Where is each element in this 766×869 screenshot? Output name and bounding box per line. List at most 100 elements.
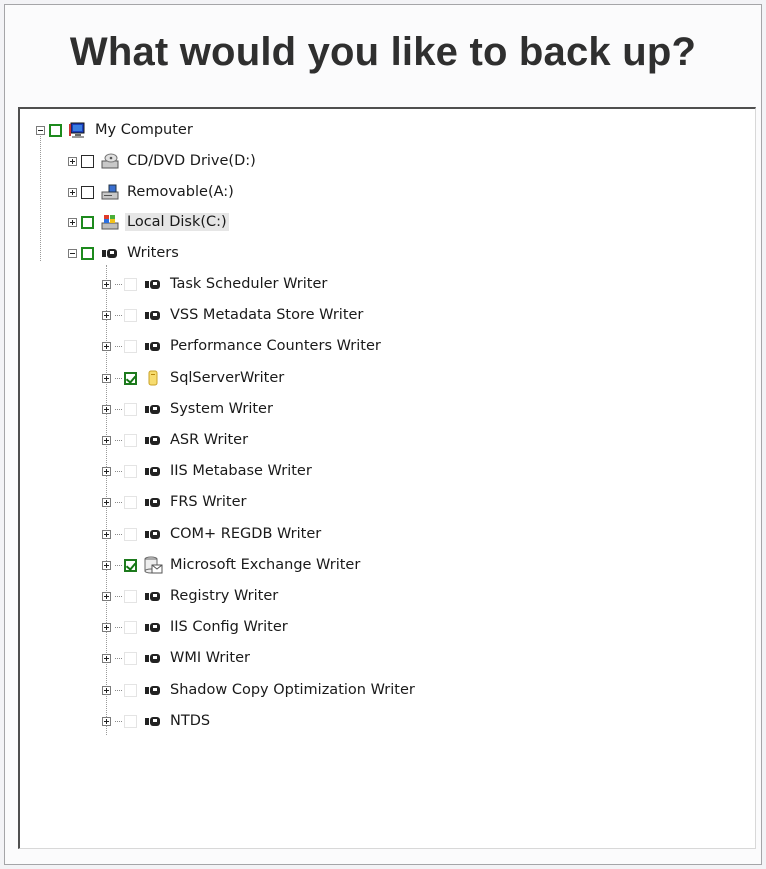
tree-node-label: Shadow Copy Optimization Writer [170, 682, 415, 698]
tree-connector [115, 283, 122, 285]
tree-node-label: IIS Metabase Writer [170, 463, 312, 479]
checkbox[interactable] [124, 527, 137, 541]
tree-node-writer[interactable]: Performance Counters Writer [102, 334, 383, 358]
tree-connector [115, 470, 122, 472]
checkbox[interactable] [81, 246, 94, 260]
tree-node-label: Registry Writer [170, 588, 279, 604]
tree-connector [115, 720, 122, 722]
checkbox[interactable] [124, 620, 137, 634]
checkbox[interactable] [81, 185, 94, 199]
expand-toggle[interactable] [102, 653, 111, 663]
writer-icon [143, 525, 163, 543]
tree-node-label: Microsoft Exchange Writer [170, 557, 361, 573]
checkbox[interactable] [124, 651, 137, 665]
expand-toggle[interactable] [102, 373, 111, 383]
writer-icon [143, 712, 163, 730]
tree-node-label: CD/DVD Drive(D:) [127, 153, 256, 169]
expand-toggle[interactable] [102, 716, 111, 726]
expand-toggle[interactable] [102, 466, 111, 476]
expand-toggle[interactable] [68, 156, 77, 166]
tree-connector [115, 595, 122, 597]
tree-node-label: COM+ REGDB Writer [170, 526, 322, 542]
tree-node-my-computer[interactable]: My Computer [36, 118, 195, 142]
expand-toggle[interactable] [102, 591, 111, 601]
tree-node-writer[interactable]: Microsoft Exchange Writer [102, 553, 362, 577]
expand-toggle[interactable] [102, 279, 111, 289]
tree-node-writer[interactable]: IIS Config Writer [102, 615, 290, 639]
writer-icon [143, 431, 163, 449]
expand-toggle[interactable] [68, 217, 77, 227]
tree-node-local-disk[interactable]: Local Disk(C:) [68, 210, 229, 234]
writer-icon [143, 275, 163, 293]
writer-icon [143, 306, 163, 324]
expand-toggle[interactable] [102, 435, 111, 445]
expand-toggle[interactable] [102, 560, 111, 570]
tree-node-writer[interactable]: FRS Writer [102, 490, 248, 514]
tree-node-writer[interactable]: Registry Writer [102, 584, 280, 608]
writer-icon [143, 618, 163, 636]
expand-toggle[interactable] [102, 310, 111, 320]
checkbox[interactable] [124, 308, 137, 322]
tree-node-label: System Writer [170, 401, 273, 417]
cd-drive-icon [100, 152, 120, 170]
collapse-toggle[interactable] [68, 248, 77, 258]
expand-toggle[interactable] [102, 529, 111, 539]
tree-node-writer[interactable]: SqlServerWriter [102, 366, 286, 390]
expand-toggle[interactable] [102, 622, 111, 632]
writer-icon [143, 462, 163, 480]
checkbox[interactable] [124, 495, 137, 509]
tree-node-label: NTDS [170, 713, 211, 729]
tree-node-label: Removable(A:) [127, 184, 234, 200]
tree-node-writer[interactable]: Task Scheduler Writer [102, 272, 329, 296]
collapse-toggle[interactable] [36, 125, 45, 135]
tree-node-label: WMI Writer [170, 650, 250, 666]
expand-toggle[interactable] [68, 187, 77, 197]
tree-connector [115, 689, 122, 691]
expand-toggle[interactable] [102, 341, 111, 351]
tree-node-label: Performance Counters Writer [170, 338, 381, 354]
writer-icon [143, 400, 163, 418]
checkbox[interactable] [124, 589, 137, 603]
tree-node-label: Writers [127, 245, 179, 261]
checkbox-checked[interactable] [124, 558, 137, 572]
tree-node-writer[interactable]: ASR Writer [102, 428, 250, 452]
tree-node-writer[interactable]: NTDS [102, 709, 212, 733]
tree-node-writer[interactable]: VSS Metadata Store Writer [102, 303, 365, 327]
backup-source-tree[interactable]: My Computer CD/DVD Drive(D:) Removable(A… [18, 107, 756, 849]
expand-toggle[interactable] [102, 404, 111, 414]
tree-node-removable[interactable]: Removable(A:) [68, 180, 236, 204]
tree-node-label: Task Scheduler Writer [170, 276, 328, 292]
tree-node-writer[interactable]: Shadow Copy Optimization Writer [102, 678, 417, 702]
checkbox[interactable] [124, 683, 137, 697]
checkbox[interactable] [81, 215, 94, 229]
expand-toggle[interactable] [102, 497, 111, 507]
tree-connector [115, 345, 122, 347]
exchange-icon [143, 556, 163, 574]
tree-node-writer[interactable]: IIS Metabase Writer [102, 459, 314, 483]
tree-node-cd-dvd-drive[interactable]: CD/DVD Drive(D:) [68, 149, 258, 173]
writer-icon [143, 493, 163, 511]
checkbox-checked[interactable] [124, 371, 137, 385]
checkbox[interactable] [49, 123, 62, 137]
writer-icon [143, 587, 163, 605]
tree-node-writer[interactable]: COM+ REGDB Writer [102, 522, 323, 546]
computer-icon [68, 121, 88, 139]
tree-node-writers[interactable]: Writers [68, 241, 181, 265]
tree-node-label: My Computer [95, 122, 193, 138]
checkbox[interactable] [124, 714, 137, 728]
tree-connector [115, 501, 122, 503]
tree-connector [115, 377, 122, 379]
tree-connector [115, 314, 122, 316]
checkbox[interactable] [124, 339, 137, 353]
checkbox[interactable] [124, 464, 137, 478]
checkbox[interactable] [124, 277, 137, 291]
page-title: What would you like to back up? [69, 30, 697, 74]
checkbox[interactable] [124, 433, 137, 447]
tree-node-writer[interactable]: System Writer [102, 397, 275, 421]
tree-guide-line [40, 131, 41, 261]
checkbox[interactable] [124, 402, 137, 416]
tree-node-writer[interactable]: WMI Writer [102, 646, 252, 670]
expand-toggle[interactable] [102, 685, 111, 695]
tree-node-label: FRS Writer [170, 494, 247, 510]
checkbox[interactable] [81, 154, 94, 168]
